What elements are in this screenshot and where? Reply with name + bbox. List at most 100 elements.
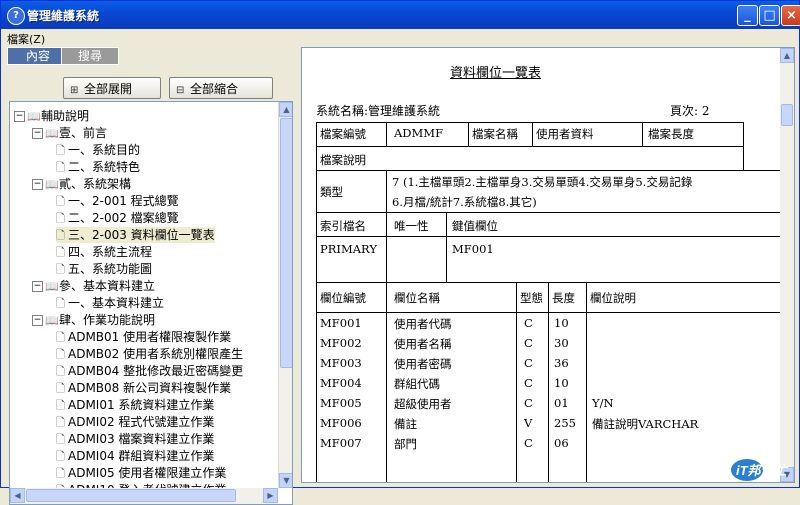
tree-node[interactable]: 🗋 三、2-003 資料欄位一覽表 (56, 227, 215, 243)
tree-node-label: 參、基本資料建立 (59, 279, 156, 293)
tree-node-label: 輔助說明 (41, 109, 90, 123)
tree-node[interactable]: 🗋 四、系統主流程 (56, 244, 152, 260)
page-icon: 🗋 (56, 246, 65, 259)
title-bar[interactable]: ? 管理維護系統 _ □ × (1, 1, 800, 29)
tree-node[interactable]: 🗋 ADMB08 新公司資料複製作業 (56, 380, 231, 396)
tree-node[interactable]: 🗋 一、2-001 程式總覽 (56, 193, 179, 209)
tree-hscroll-thumb[interactable] (26, 489, 236, 502)
collapse-node-icon[interactable]: − (32, 281, 43, 292)
collapse-node-icon[interactable]: − (32, 315, 43, 326)
tree-horizontal-scrollbar[interactable]: ◀ ▶ (10, 488, 278, 504)
field-no-cell: MF004 (320, 376, 362, 390)
tree-node[interactable]: − 📖壹、前言 (32, 125, 107, 141)
collapse-node-icon[interactable]: − (14, 111, 25, 122)
maximize-icon: □ (763, 8, 776, 23)
tree-scroll-thumb[interactable] (280, 118, 292, 368)
collapse-node-icon[interactable]: − (32, 128, 43, 139)
tree-node[interactable]: 🗋 二、2-002 檔案總覽 (56, 210, 179, 226)
scroll-up-arrow-icon[interactable]: ▲ (279, 102, 292, 117)
field-desc-cell: Y/N (592, 396, 614, 410)
menu-file[interactable]: 檔案(Z) (7, 31, 45, 47)
navigation-pane: 內容 搜尋 ⊞ 全部展開 ⊟ 全部縮合 − 📖輔助說明 − 📖壹、前言 🗋 一、系統目的 🗋 二、… (5, 47, 294, 505)
tree-node[interactable]: − 📖貳、系統架構 (32, 176, 131, 192)
field-length-cell: 06 (554, 436, 569, 450)
contents-tree: − 📖輔助說明 − 📖壹、前言 🗋 一、系統目的 🗋 二、系統特色 − 📖貳、系統架構 🗋 一、2-0… (10, 102, 278, 488)
field-type-cell: C (524, 396, 533, 410)
field-type-cell: C (524, 356, 533, 370)
page-icon: 🗋 (56, 382, 65, 395)
col-header-no: 欄位編號 (320, 291, 366, 305)
tab-search[interactable]: 搜尋 (61, 47, 119, 65)
maximize-button[interactable]: □ (759, 5, 780, 26)
scroll-down-arrow-icon[interactable]: ▼ (279, 473, 292, 488)
tree-node[interactable]: 🗋 ADMI02 程式代號建立作業 (56, 414, 214, 430)
doc-scroll-thumb[interactable] (781, 104, 793, 126)
file-name-value: 使用者資料 (536, 127, 594, 141)
tree-node[interactable]: 🗋 一、基本資料建立 (56, 295, 164, 311)
collapse-all-button[interactable]: ⊟ 全部縮合 (169, 77, 273, 99)
content-pane: 資料欄位一覽表 系統名稱:管理維護系統 頁次: 2 檔案編號 ADMMF 檔案名… (301, 47, 795, 483)
tree-node[interactable]: 🗋 ADMI01 系統資料建立作業 (56, 397, 214, 413)
open-book-icon: 📖 (45, 127, 59, 140)
document-view: 資料欄位一覽表 系統名稱:管理維護系統 頁次: 2 檔案編號 ADMMF 檔案名… (302, 48, 780, 482)
type-line-1: 7 (1.主檔單頭2.主檔單身3.交易單頭4.交易單身5.交易記錄 (392, 175, 693, 189)
tree-node[interactable]: 🗋 二、系統特色 (56, 159, 140, 175)
page-icon: 🗋 (56, 348, 65, 361)
expand-all-button[interactable]: ⊞ 全部展開 (63, 77, 161, 99)
page-icon: 🗋 (56, 467, 65, 480)
help-app-icon: ? (7, 7, 25, 25)
field-length-cell: 255 (554, 416, 576, 430)
page-icon: 🗋 (56, 212, 65, 225)
app-window: ? 管理維護系統 _ □ × 檔案(Z) 內容 搜尋 ⊞ 全部展開 ⊟ 全部縮合 −… (0, 0, 800, 505)
document-title: 資料欄位一覽表 (450, 66, 542, 81)
tree-node[interactable]: 🗋 五、系統功能圖 (56, 261, 152, 277)
page-icon: 🗋 (56, 450, 65, 463)
expand-tree-icon: ⊞ (70, 85, 79, 96)
field-length-cell: 10 (554, 316, 569, 330)
index-name-value: PRIMARY (320, 242, 377, 256)
field-no-cell: MF007 (320, 436, 362, 450)
tree-node-label: 貳、系統架構 (59, 177, 132, 191)
key-field-label: 鍵值欄位 (452, 219, 498, 233)
tree-node[interactable]: − 📖肆、作業功能說明 (32, 312, 155, 328)
page-icon: 🗋 (56, 433, 65, 446)
tree-node-label: ADMB01 使用者權限複製作業 (68, 330, 232, 344)
tree-node[interactable]: − 📖參、基本資料建立 (32, 278, 155, 294)
minimize-button[interactable]: _ (737, 5, 758, 26)
field-length-cell: 10 (554, 376, 569, 390)
page-icon: 🗋 (56, 365, 65, 378)
document-vertical-scrollbar[interactable]: ▲ ▼ (780, 48, 794, 482)
tree-vertical-scrollbar[interactable]: ▲ ▼ (278, 102, 292, 488)
type-label: 類型 (320, 185, 343, 199)
tree-node[interactable]: 🗋 ADMI03 檔案資料建立作業 (56, 431, 214, 447)
field-no-cell: MF003 (320, 356, 362, 370)
open-book-icon: 📖 (45, 280, 59, 293)
tree-node-label: ADMB04 整批修改最近密碼變更 (68, 364, 244, 378)
tree-node[interactable]: 🗋 ADMB01 使用者權限複製作業 (56, 329, 231, 345)
tree-node[interactable]: 🗋 ADMI05 使用者權限建立作業 (56, 465, 226, 481)
field-length-cell: 36 (554, 356, 569, 370)
close-button[interactable]: × (781, 5, 800, 26)
tree-node[interactable]: 🗋 ADMI04 群組資料建立作業 (56, 448, 214, 464)
tab-contents[interactable]: 內容 (7, 47, 69, 65)
field-no-cell: MF005 (320, 396, 362, 410)
tree-node[interactable]: 🗋 一、系統目的 (56, 142, 140, 158)
page-icon: 🗋 (56, 331, 65, 344)
type-line-2: 6.月檔/統計7.系統檔8.其它) (392, 195, 537, 209)
field-name-cell: 使用者密碼 (394, 357, 452, 371)
tree-node[interactable]: 🗋 ADMB04 整批修改最近密碼變更 (56, 363, 243, 379)
page-icon: 🗋 (56, 229, 65, 242)
tree-node[interactable]: − 📖輔助說明 (14, 108, 89, 124)
tree-node[interactable]: 🗋 ADMB02 使用者系統別權限產生 (56, 346, 243, 362)
scroll-left-arrow-icon[interactable]: ◀ (10, 488, 25, 503)
field-length-cell: 30 (554, 336, 569, 350)
itbang-watermark-logo: iT邦幫忙 (731, 459, 789, 481)
scroll-right-arrow-icon[interactable]: ▶ (263, 488, 278, 503)
collapse-node-icon[interactable]: − (32, 179, 43, 190)
tree-node-label: ADMI03 檔案資料建立作業 (68, 432, 215, 446)
field-no-cell: MF002 (320, 336, 362, 350)
minimize-icon: _ (744, 8, 751, 23)
field-name-cell: 使用者名稱 (394, 337, 452, 351)
doc-scroll-up-arrow-icon[interactable]: ▲ (780, 48, 794, 63)
field-type-cell: C (524, 436, 533, 450)
